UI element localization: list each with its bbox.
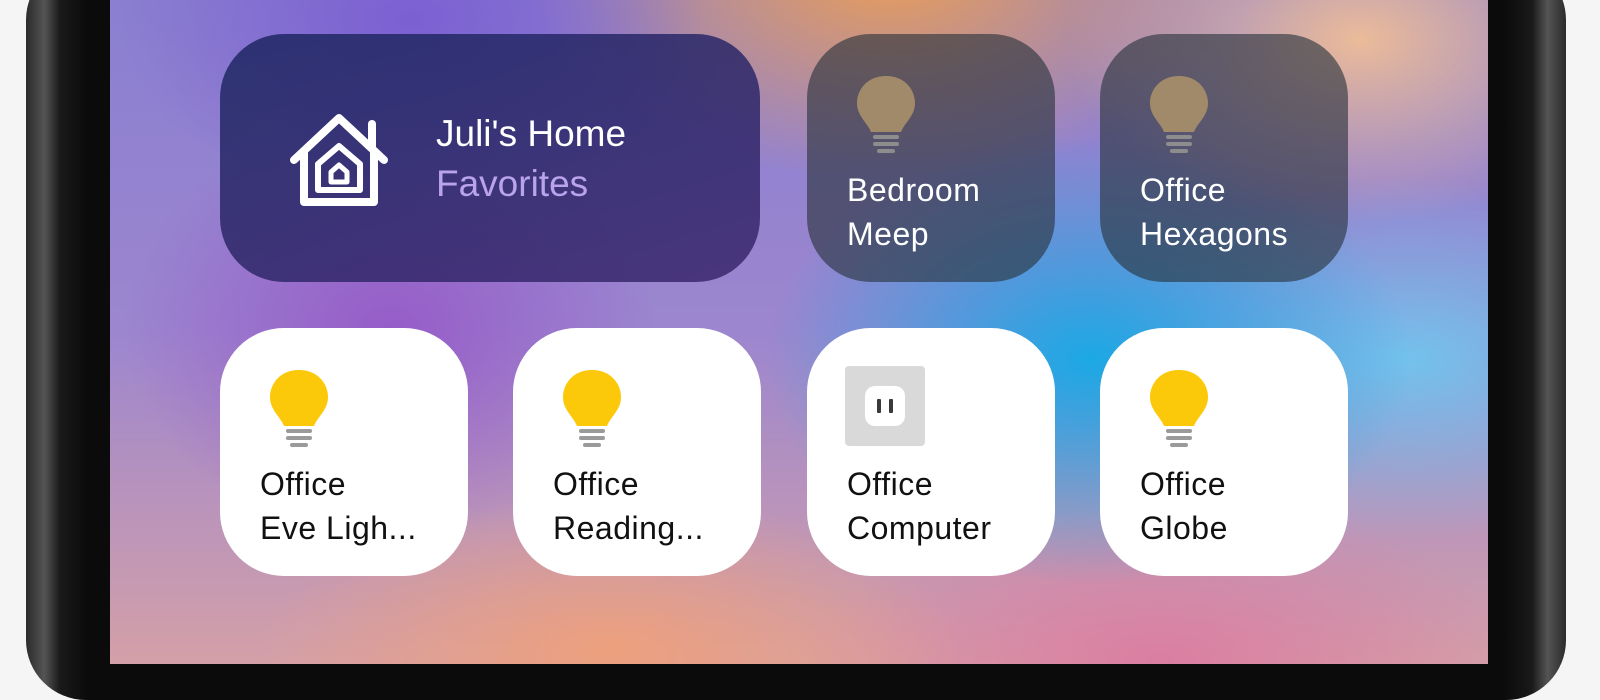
lightbulb-icon [857, 76, 915, 153]
accessory-tile-office-globe[interactable]: Office Globe [1100, 328, 1348, 576]
accessory-tile-bedroom-meep[interactable]: Bedroom Meep [807, 34, 1055, 282]
home-title: Juli's Home [436, 113, 627, 154]
accessory-label: Bedroom Meep [847, 172, 981, 252]
lightbulb-icon [270, 370, 328, 447]
accessory-label: Office Hexagons [1140, 172, 1289, 252]
lightbulb-icon [1150, 370, 1208, 447]
home-icon [290, 114, 388, 206]
accessory-tile-office-reading[interactable]: Office Reading... [513, 328, 761, 576]
accessory-label: Office Computer [847, 466, 992, 546]
outlet-icon [845, 366, 925, 446]
accessory-label: Office Reading... [553, 466, 704, 546]
accessory-tile-office-hexagons[interactable]: Office Hexagons [1100, 34, 1348, 282]
control-center-screen: Juli's Home Favorites Bedroom Meep Offic… [110, 0, 1488, 664]
home-favorites-tile[interactable]: Juli's Home Favorites [220, 34, 760, 282]
lightbulb-icon [1150, 76, 1208, 153]
accessory-label: Office Globe [1140, 466, 1228, 546]
home-subtitle: Favorites [436, 163, 589, 204]
accessory-tile-office-computer[interactable]: Office Computer [807, 328, 1055, 576]
accessory-label: Office Eve Ligh... [260, 466, 417, 546]
accessory-tile-office-eve-light[interactable]: Office Eve Ligh... [220, 328, 468, 576]
lightbulb-icon [563, 370, 621, 447]
